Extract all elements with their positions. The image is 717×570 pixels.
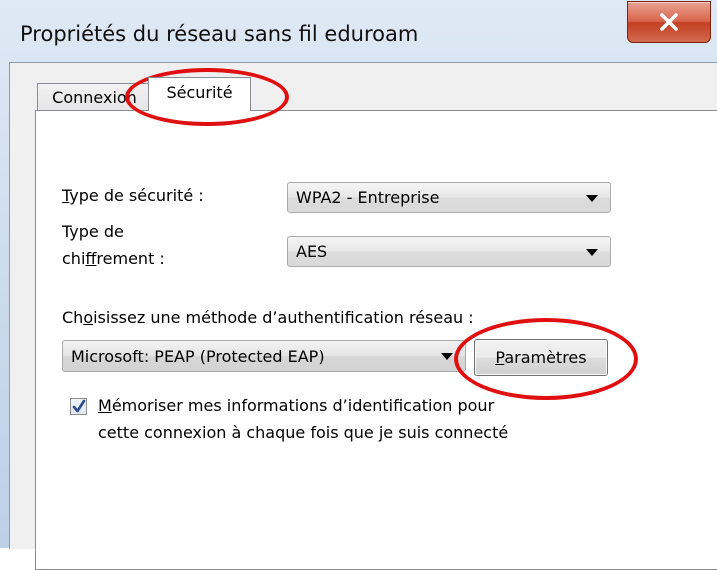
checkmark-icon [72, 399, 86, 413]
security-type-dropdown[interactable]: WPA2 - Entreprise [287, 182, 611, 213]
security-type-value: WPA2 - Entreprise [296, 188, 440, 207]
cipher-type-dropdown[interactable]: AES [287, 236, 611, 267]
remember-credentials-checkbox[interactable] [70, 398, 87, 415]
chevron-down-icon [586, 195, 598, 202]
cipher-type-label-line2: chiffrement : [62, 249, 165, 268]
auth-method-dropdown[interactable]: Microsoft: PEAP (Protected EAP) [62, 340, 466, 372]
chevron-down-icon [441, 353, 453, 360]
close-icon [660, 13, 678, 31]
chevron-down-icon [586, 249, 598, 256]
window-frame: Propriétés du réseau sans fil eduroam Co… [0, 0, 717, 570]
remember-credentials-label-line1: Mémoriser mes informations d’identificat… [98, 396, 495, 415]
tab-securite[interactable]: Sécurité [148, 77, 251, 111]
tab-securite-label: Sécurité [166, 83, 233, 102]
security-type-label: Type de sécurité : [62, 186, 204, 205]
cipher-type-value: AES [296, 242, 328, 261]
parametres-button-label: Paramètres [495, 348, 587, 367]
tab-connexion-label: Connexion [52, 87, 137, 107]
remember-credentials-label-line2: cette connexion à chaque fois que je sui… [98, 423, 509, 442]
tab-connexion[interactable]: Connexion [37, 83, 152, 110]
window-title: Propriétés du réseau sans fil eduroam [20, 22, 419, 46]
parametres-button[interactable]: Paramètres [474, 339, 608, 376]
auth-method-value: Microsoft: PEAP (Protected EAP) [71, 346, 325, 366]
auth-method-label: Choisissez une méthode d’authentificatio… [62, 308, 474, 327]
cipher-type-label-line1: Type de [62, 222, 124, 241]
close-button[interactable] [627, 1, 711, 43]
